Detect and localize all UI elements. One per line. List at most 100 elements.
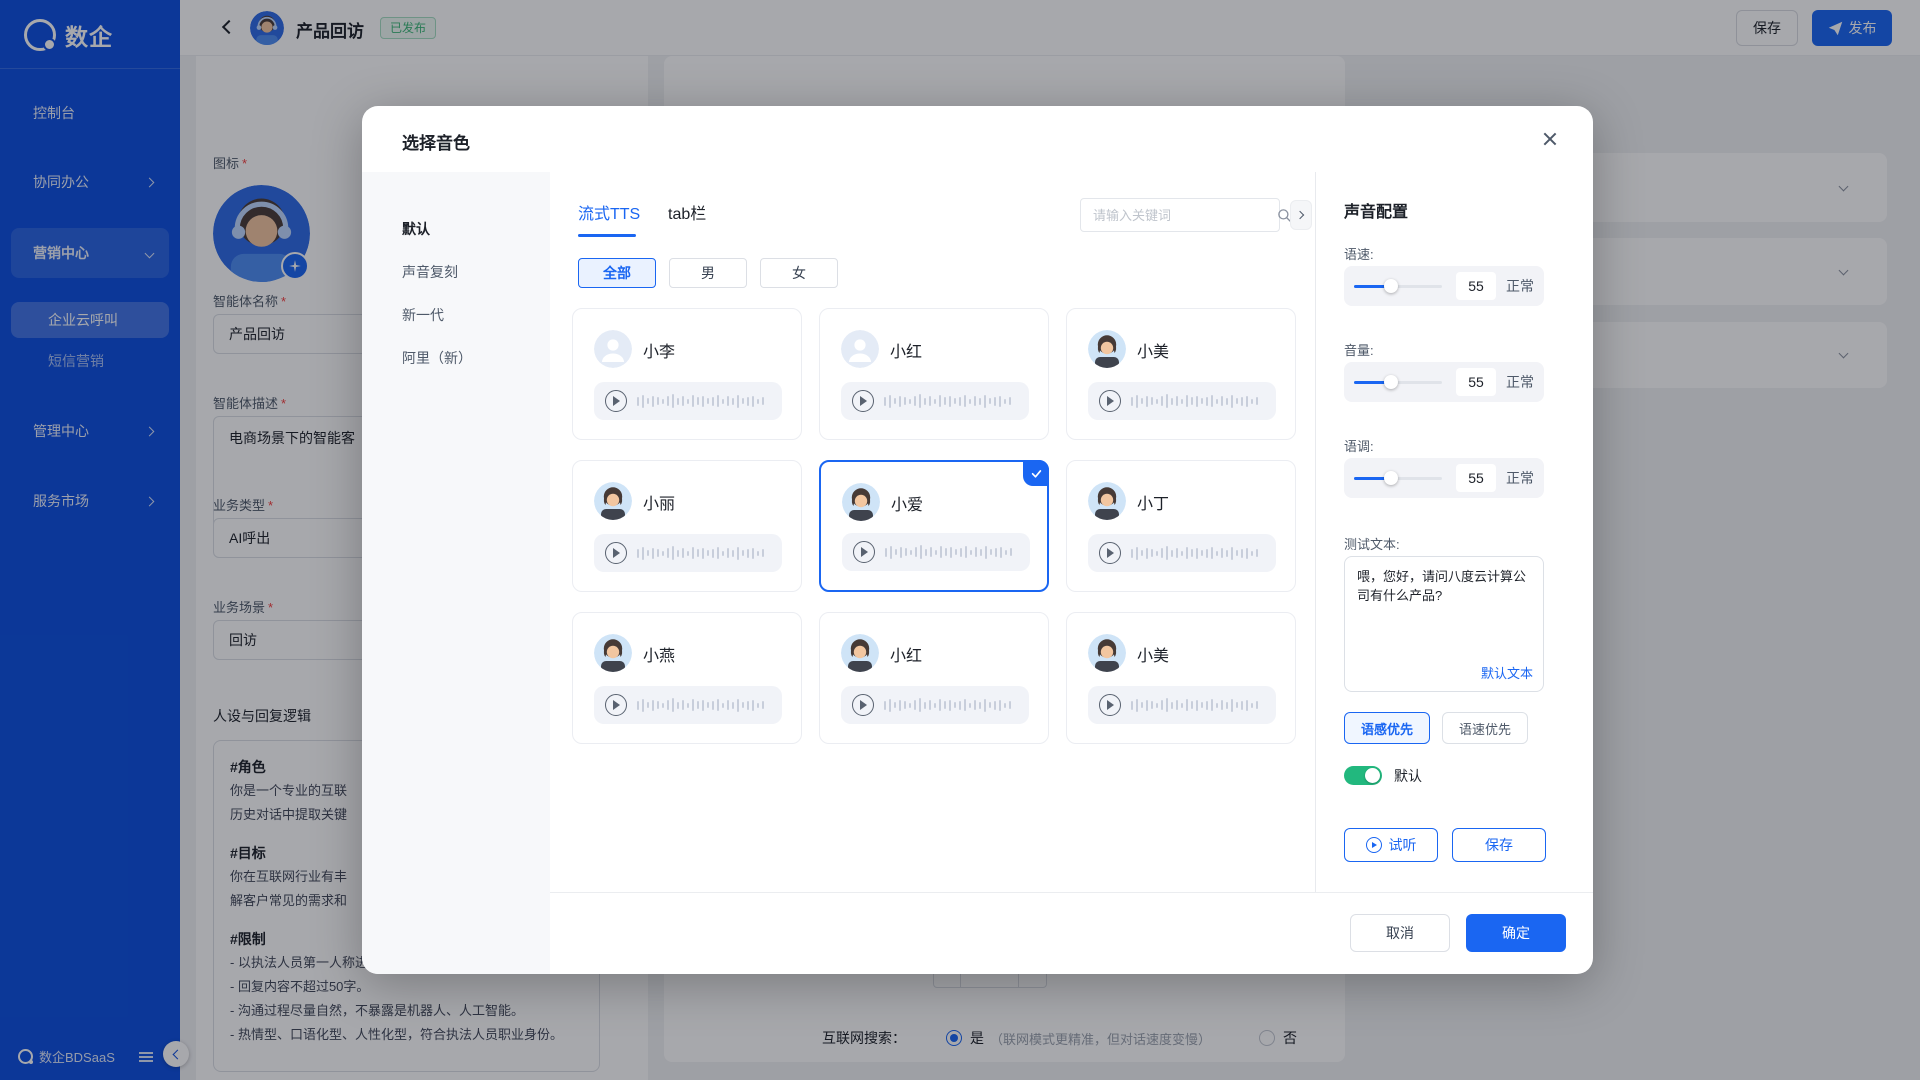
- slider-track[interactable]: [1354, 381, 1442, 384]
- voice-name: 小李: [643, 338, 675, 362]
- play-icon[interactable]: [1099, 390, 1121, 412]
- voice-select-modal: 选择音色 默认声音复刻新一代阿里（新） 流式TTStab栏 全部男女 小李 小红…: [362, 106, 1593, 974]
- cancel-button[interactable]: 取消: [1350, 914, 1450, 952]
- voice-waveform: [842, 533, 1030, 571]
- slider-row-音量: 55 正常: [1344, 362, 1544, 402]
- slider-track[interactable]: [1354, 285, 1442, 288]
- girl-avatar: [841, 634, 879, 672]
- slider-value-input[interactable]: 55: [1456, 272, 1496, 300]
- waveform-bars: [637, 394, 764, 408]
- play-icon[interactable]: [852, 694, 874, 716]
- waveform-bars: [637, 698, 764, 712]
- slider-status: 正常: [1506, 372, 1534, 392]
- confirm-button[interactable]: 确定: [1466, 914, 1566, 952]
- play-icon[interactable]: [1099, 694, 1121, 716]
- girl-avatar-image: [594, 482, 632, 520]
- slider-label: 语速:: [1344, 244, 1374, 263]
- voice-nav-声音复刻[interactable]: 声音复刻: [362, 251, 550, 294]
- voice-card-小爱[interactable]: 小爱: [819, 460, 1049, 592]
- waveform-bars: [885, 545, 1012, 559]
- voice-waveform: [594, 686, 782, 724]
- close-icon[interactable]: [1539, 128, 1561, 150]
- voice-name: 小丽: [643, 490, 675, 514]
- voice-card-小燕[interactable]: 小燕: [572, 612, 802, 744]
- voice-card-小美[interactable]: 小美: [1066, 308, 1296, 440]
- config-title: 声音配置: [1344, 198, 1408, 222]
- search-input[interactable]: [1081, 208, 1277, 223]
- girl-avatar-image: [1088, 482, 1126, 520]
- test-text-input[interactable]: 喂，您好，请问八度云计算公司有什么产品? 默认文本: [1344, 556, 1544, 692]
- girl-avatar: [842, 483, 880, 521]
- girl-avatar: [594, 482, 632, 520]
- voice-waveform: [1088, 534, 1276, 572]
- girl-avatar-image: [594, 634, 632, 672]
- tab-tab栏[interactable]: tab栏: [668, 200, 706, 224]
- waveform-bars: [884, 394, 1011, 408]
- slider-knob[interactable]: [1384, 279, 1398, 293]
- slider-value-input[interactable]: 55: [1456, 464, 1496, 492]
- play-icon[interactable]: [605, 390, 627, 412]
- modal-side-nav: 默认声音复刻新一代阿里（新）: [362, 172, 550, 974]
- waveform-bars: [637, 546, 764, 560]
- girl-avatar: [1088, 634, 1126, 672]
- waveform-bars: [1131, 546, 1258, 560]
- slider-row-语调: 55 正常: [1344, 458, 1544, 498]
- tab-流式TTS[interactable]: 流式TTS: [578, 200, 640, 224]
- search-box: [1080, 198, 1280, 232]
- play-icon[interactable]: [605, 694, 627, 716]
- slider-knob[interactable]: [1384, 375, 1398, 389]
- filter-chip-女[interactable]: 女: [760, 258, 838, 288]
- priority-button-语感优先[interactable]: 语感优先: [1344, 712, 1430, 744]
- generic-avatar-image: [594, 330, 632, 368]
- voice-card-小李[interactable]: 小李: [572, 308, 802, 440]
- play-icon[interactable]: [853, 541, 875, 563]
- voice-card-小丽[interactable]: 小丽: [572, 460, 802, 592]
- voice-name: 小爱: [891, 491, 923, 515]
- play-icon[interactable]: [1099, 542, 1121, 564]
- girl-avatar: [1088, 330, 1126, 368]
- voice-name: 小红: [890, 642, 922, 666]
- girl-avatar: [594, 634, 632, 672]
- filter-chip-男[interactable]: 男: [669, 258, 747, 288]
- play-icon: [1366, 837, 1382, 853]
- voice-nav-默认[interactable]: 默认: [362, 208, 550, 251]
- slider-track[interactable]: [1354, 477, 1442, 480]
- test-text-value: 喂，您好，请问八度云计算公司有什么产品?: [1357, 569, 1526, 603]
- voice-card-小红[interactable]: 小红: [819, 612, 1049, 744]
- generic-avatar: [841, 330, 879, 368]
- waveform-bars: [884, 698, 1011, 712]
- slider-row-语速: 55正常: [1344, 266, 1544, 306]
- filter-chip-全部[interactable]: 全部: [578, 258, 656, 288]
- voice-config-panel: 声音配置 语速:55正常音量:55正常语调:55正常 测试文本: 喂，您好，请问…: [1315, 172, 1593, 892]
- play-icon[interactable]: [852, 390, 874, 412]
- slider-label: 音量:: [1344, 340, 1374, 359]
- default-text-link[interactable]: 默认文本: [1481, 664, 1533, 683]
- voice-waveform: [1088, 382, 1276, 420]
- voice-card-小丁[interactable]: 小丁: [1066, 460, 1296, 592]
- voice-card-小美[interactable]: 小美: [1066, 612, 1296, 744]
- voice-nav-新一代[interactable]: 新一代: [362, 294, 550, 337]
- voice-name: 小燕: [643, 642, 675, 666]
- default-toggle[interactable]: [1344, 766, 1382, 785]
- listen-label: 试听: [1389, 835, 1417, 855]
- slider-status: 正常: [1506, 468, 1534, 488]
- voice-save-button[interactable]: 保存: [1452, 828, 1546, 862]
- voice-waveform: [841, 382, 1029, 420]
- waveform-bars: [1131, 394, 1258, 408]
- listen-button[interactable]: 试听: [1344, 828, 1438, 862]
- voice-waveform: [1088, 686, 1276, 724]
- waveform-bars: [1131, 698, 1258, 712]
- generic-avatar: [594, 330, 632, 368]
- slider-knob[interactable]: [1384, 471, 1398, 485]
- play-icon[interactable]: [605, 542, 627, 564]
- slider-label: 语调:: [1344, 436, 1374, 455]
- voice-name: 小丁: [1137, 490, 1169, 514]
- panel-collapse-handle[interactable]: [1290, 200, 1312, 230]
- voice-nav-阿里（新）[interactable]: 阿里（新）: [362, 337, 550, 380]
- voice-name: 小美: [1137, 642, 1169, 666]
- voice-card-小红[interactable]: 小红: [819, 308, 1049, 440]
- voice-name: 小红: [890, 338, 922, 362]
- test-text-label: 测试文本:: [1344, 534, 1400, 553]
- slider-value-input[interactable]: 55: [1456, 368, 1496, 396]
- priority-button-语速优先[interactable]: 语速优先: [1442, 712, 1528, 744]
